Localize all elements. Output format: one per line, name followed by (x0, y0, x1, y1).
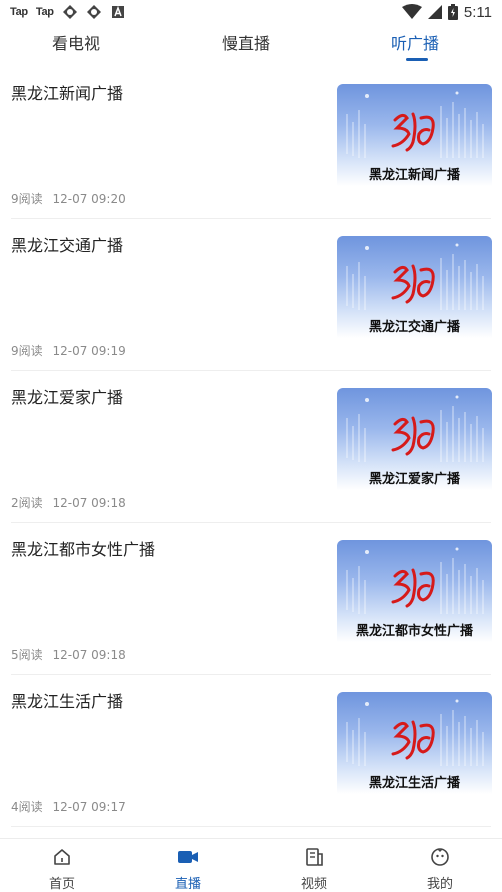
item-title: 黑龙江新闻广播 (11, 84, 124, 103)
nav-live-label: 直播 (174, 877, 201, 892)
battery-icon (447, 4, 458, 20)
item-title: 黑龙江交通广播 (11, 236, 124, 255)
publish-time: 12-07 09:20 (52, 192, 126, 206)
thumbnail-caption: 黑龙江交通广播 (368, 320, 460, 335)
tab-slow-live[interactable]: 慢直播 (222, 30, 270, 54)
nav-video[interactable]: 视频 (274, 839, 354, 892)
top-tab-bar: 看电视 慢直播 听广播 (0, 24, 502, 68)
bottom-navigation: 首页 直播 视频 我的 (0, 838, 502, 892)
divider (11, 218, 491, 219)
nav-home-label: 首页 (48, 877, 75, 892)
status-bar: Tap Tap 5:11 (0, 0, 502, 24)
item-title: 黑龙江都市女性广播 (11, 540, 156, 559)
divider (11, 522, 491, 523)
app-a-icon (111, 5, 124, 18)
status-time: 5:11 (463, 3, 492, 21)
profile-face-icon (431, 848, 449, 866)
read-count: 2阅读 (11, 496, 43, 510)
thumbnail-caption: 黑龙江生活广播 (368, 776, 460, 791)
item-meta: 2阅读 12-07 09:18 (11, 494, 132, 511)
item-thumbnail[interactable]: 黑龙江新闻广播 (337, 84, 492, 200)
thumbnail-caption: 黑龙江都市女性广播 (355, 624, 473, 639)
home-icon (54, 849, 70, 865)
video-camera-icon (178, 851, 198, 863)
nav-live[interactable]: 直播 (148, 839, 228, 892)
read-count: 9阅读 (11, 192, 43, 206)
thumbnail-caption: 黑龙江新闻广播 (368, 168, 460, 183)
read-count: 9阅读 (11, 344, 43, 358)
item-thumbnail[interactable]: 黑龙江交通广播 (337, 236, 492, 352)
divider (11, 370, 491, 371)
divider (11, 826, 491, 827)
video-book-icon (306, 848, 323, 866)
item-thumbnail[interactable]: 黑龙江爱家广播 (337, 388, 492, 504)
app-notification-icon (62, 5, 77, 19)
list-item[interactable]: 黑龙江生活广播 4阅读 12-07 09:17 黑龙江生活广播 (0, 676, 502, 827)
tab-listen-radio[interactable]: 听广播 (391, 30, 439, 54)
nav-mine-label: 我的 (426, 877, 453, 892)
publish-time: 12-07 09:19 (52, 344, 126, 358)
item-meta: 5阅读 12-07 09:18 (11, 646, 132, 663)
list-item[interactable]: 黑龙江新闻广播 9阅读 12-07 09:20 黑龙江新闻广播 (0, 68, 502, 219)
app-notification-icon (86, 5, 101, 19)
nav-mine[interactable]: 我的 (400, 839, 480, 892)
divider (11, 674, 491, 675)
list-item[interactable]: 黑龙江都市女性广播 5阅读 12-07 09:18 黑龙江都市女性广播 (0, 524, 502, 675)
status-app-label: Tap (10, 6, 28, 18)
active-tab-indicator (406, 58, 428, 61)
nav-video-label: 视频 (300, 877, 327, 892)
wifi-icon (401, 4, 422, 19)
item-thumbnail[interactable]: 黑龙江都市女性广播 (337, 540, 492, 656)
publish-time: 12-07 09:18 (52, 648, 126, 662)
item-title: 黑龙江爱家广播 (11, 388, 124, 407)
list-item[interactable]: 黑龙江爱家广播 2阅读 12-07 09:18 黑龙江爱家广播 (0, 372, 502, 523)
list-item[interactable]: 黑龙江交通广播 9阅读 12-07 09:19 黑龙江交通广播 (0, 220, 502, 371)
tab-watch-tv[interactable]: 看电视 (52, 30, 100, 54)
item-thumbnail[interactable]: 黑龙江生活广播 (337, 692, 492, 808)
read-count: 4阅读 (11, 800, 43, 814)
signal-icon (427, 5, 442, 19)
publish-time: 12-07 09:17 (52, 800, 126, 814)
item-meta: 4阅读 12-07 09:17 (11, 798, 132, 815)
publish-time: 12-07 09:18 (52, 496, 126, 510)
read-count: 5阅读 (11, 648, 43, 662)
status-app-label: Tap (35, 6, 54, 18)
item-title: 黑龙江生活广播 (11, 692, 124, 711)
thumbnail-caption: 黑龙江爱家广播 (368, 472, 460, 487)
item-meta: 9阅读 12-07 09:19 (11, 342, 132, 359)
nav-home[interactable]: 首页 (22, 839, 102, 892)
item-meta: 9阅读 12-07 09:20 (11, 190, 132, 207)
